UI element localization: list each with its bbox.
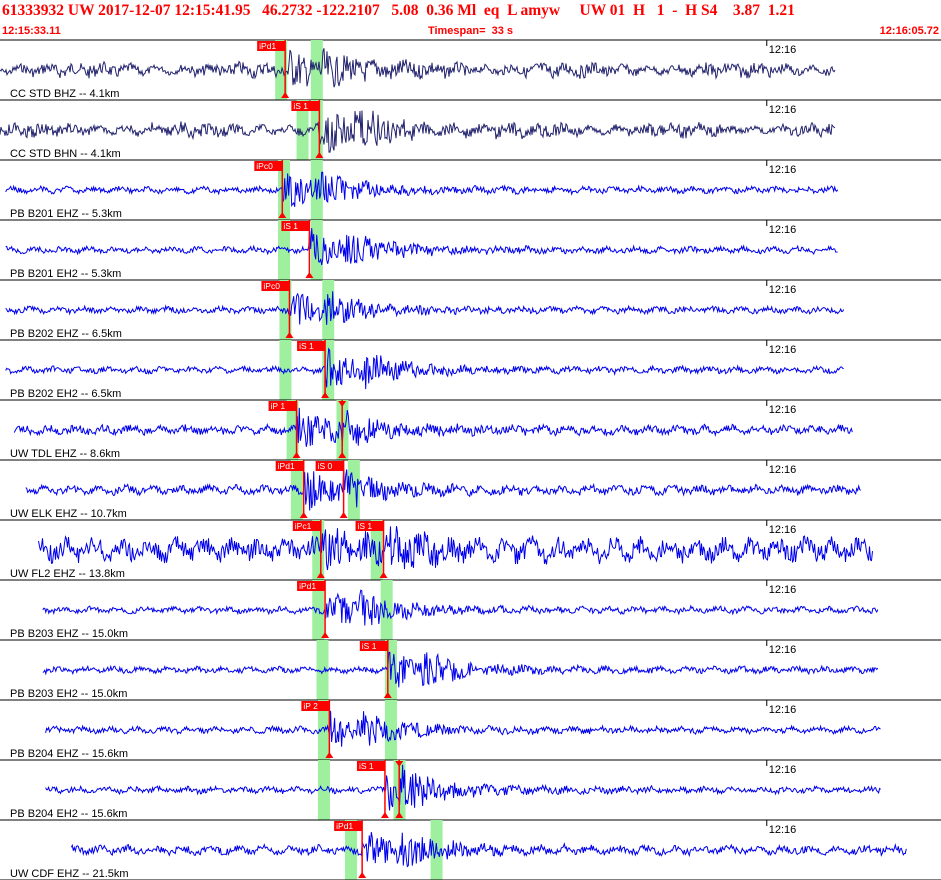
waveform-trace bbox=[5, 227, 838, 266]
pick-label: iS 1 bbox=[293, 101, 308, 111]
pick-window bbox=[310, 40, 323, 100]
pick-label: iS 1 bbox=[362, 641, 377, 651]
pick-marker bbox=[358, 872, 367, 878]
station-label: UW TDL EHZ -- 8.6km bbox=[10, 448, 120, 460]
pick-label: iPd1 bbox=[278, 461, 295, 471]
station-label: PB B203 EHZ -- 15.0km bbox=[10, 628, 128, 640]
minute-label: 12:16 bbox=[769, 524, 797, 536]
waveform-trace bbox=[0, 48, 836, 88]
waveform-trace bbox=[42, 651, 879, 688]
minute-label: 12:16 bbox=[769, 824, 797, 836]
minute-label: 12:16 bbox=[769, 224, 797, 236]
waveform-trace bbox=[25, 468, 862, 511]
pick-marker bbox=[380, 812, 389, 818]
station-label: CC STD BHN -- 4.1km bbox=[10, 148, 121, 160]
station-label: UW FL2 EHZ -- 13.8km bbox=[10, 568, 125, 580]
waveform-trace bbox=[5, 291, 845, 325]
pick-label: iS 1 bbox=[299, 341, 314, 351]
minute-label: 12:16 bbox=[769, 704, 797, 716]
waveform-trace bbox=[13, 407, 853, 447]
waveform-trace bbox=[45, 710, 881, 747]
pick-label: iS 1 bbox=[358, 521, 373, 531]
pick-label: iPd1 bbox=[259, 41, 276, 51]
minute-label: 12:16 bbox=[769, 464, 797, 476]
station-label: CC STD BHZ -- 4.1km bbox=[10, 88, 119, 100]
station-label: PB B204 EHZ -- 15.6km bbox=[10, 748, 128, 760]
pick-label: iPd1 bbox=[336, 821, 353, 831]
station-label: UW CDF EHZ -- 21.5km bbox=[10, 868, 129, 880]
waveform-trace bbox=[70, 832, 907, 868]
pick-label: iS 0 bbox=[318, 461, 333, 471]
minute-label: 12:16 bbox=[769, 764, 797, 776]
pick-label: iS 1 bbox=[283, 221, 298, 231]
station-label: PB B201 EHZ -- 5.3km bbox=[10, 208, 122, 220]
pick-label: iPc0 bbox=[256, 161, 273, 171]
minute-label: 12:16 bbox=[769, 644, 797, 656]
pick-label: iPd1 bbox=[299, 581, 316, 591]
pick-label: iP 2 bbox=[303, 701, 318, 711]
waveform-trace bbox=[42, 589, 879, 626]
seismogram-panel[interactable]: iPd1 12:16 CC STD BHZ -- 4.1km iS 1 12:16 CC … bbox=[0, 0, 941, 880]
minute-label: 12:16 bbox=[769, 584, 797, 596]
waveform-trace bbox=[5, 347, 844, 390]
station-label: PB B202 EH2 -- 6.5km bbox=[10, 388, 121, 400]
pick-label: iPc1 bbox=[295, 521, 312, 531]
waveform-trace bbox=[0, 110, 836, 153]
waveform-trace bbox=[38, 526, 873, 571]
minute-label: 12:16 bbox=[769, 284, 797, 296]
pick-window bbox=[310, 220, 323, 280]
waveform-trace bbox=[45, 764, 881, 811]
station-label: PB B203 EH2 -- 15.0km bbox=[10, 688, 127, 700]
minute-label: 12:16 bbox=[769, 44, 797, 56]
pick-label: iS 1 bbox=[359, 761, 374, 771]
station-label: PB B202 EHZ -- 6.5km bbox=[10, 328, 122, 340]
waveform-trace bbox=[5, 171, 839, 208]
station-label: UW ELK EHZ -- 10.7km bbox=[10, 508, 127, 520]
pick-label: iPc0 bbox=[263, 281, 280, 291]
station-label: PB B201 EH2 -- 5.3km bbox=[10, 268, 121, 280]
minute-label: 12:16 bbox=[769, 164, 797, 176]
minute-label: 12:16 bbox=[769, 104, 797, 116]
pick-marker bbox=[339, 512, 348, 518]
pick-label: iP 1 bbox=[271, 401, 286, 411]
station-label: PB B204 EH2 -- 15.6km bbox=[10, 808, 127, 820]
minute-label: 12:16 bbox=[769, 404, 797, 416]
minute-label: 12:16 bbox=[769, 344, 797, 356]
